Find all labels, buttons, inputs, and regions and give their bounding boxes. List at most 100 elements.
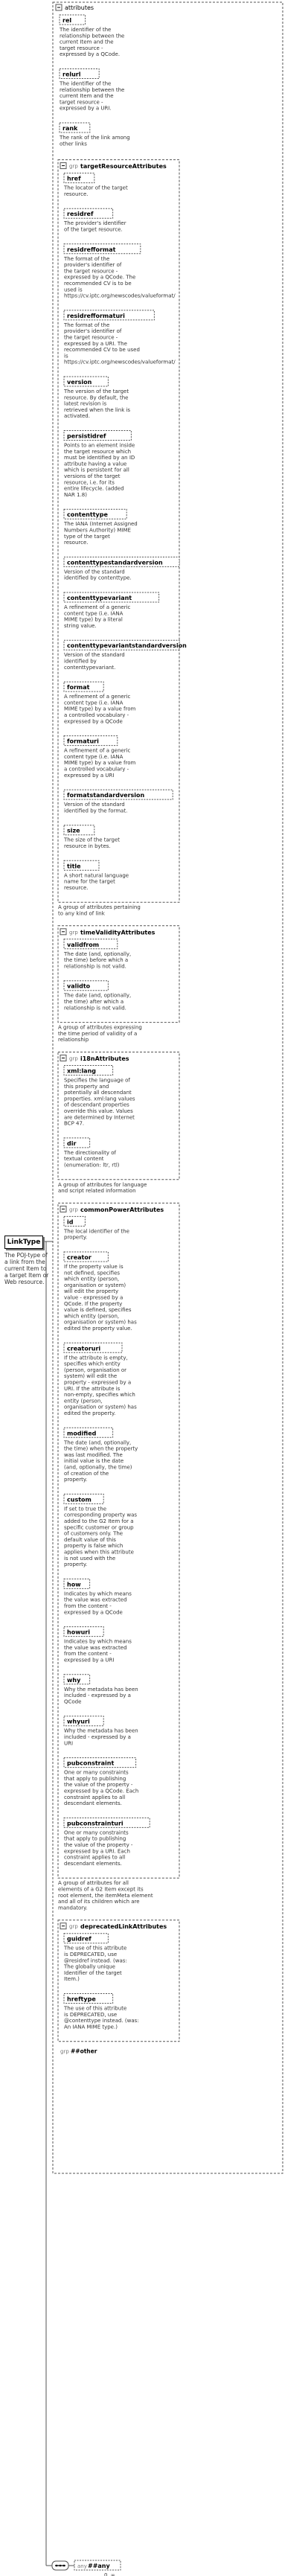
other-prefix: grp <box>60 2049 69 2055</box>
root-element-box[interactable]: LinkType <box>4 1236 43 1249</box>
root-element-name: LinkType <box>7 1239 41 1246</box>
attribute-id[interactable]: id The local identifier of the property. <box>63 1215 129 1241</box>
attribute-pubconstrainturi[interactable]: pubconstrainturi One or many constraints t… <box>63 1817 150 1867</box>
attribute-name: persistidref <box>67 433 106 440</box>
attribute-modified[interactable]: modified The date (and, optionally, the ti… <box>63 1427 138 1483</box>
group-header[interactable]: grp deprecatedLinkAttributes <box>60 1923 167 1931</box>
any-label: ##any <box>88 2563 111 2569</box>
group-prefix: grp <box>69 1924 78 1930</box>
attribute-howuri[interactable]: howuri Indicates by which means the value … <box>63 1626 132 1663</box>
attribute-title[interactable]: title A short natural language name for th… <box>63 860 129 891</box>
attribute-name: validto <box>67 983 91 990</box>
attribute-formaturi[interactable]: formaturi A refinement of a generic conten… <box>63 735 136 779</box>
attribute-doc: If the attribute is empty, specifies whic… <box>64 1355 137 1416</box>
attribute-size[interactable]: size The size of the target resource in by… <box>63 825 120 849</box>
attribute-name: validfrom <box>67 942 99 948</box>
attribute-residrefformaturi[interactable]: residrefformaturi The format of the provid… <box>63 310 176 365</box>
attribute-doc: Indicates by which means the value was ex… <box>64 1591 132 1615</box>
attribute-doc: If the property value is not defined, spe… <box>64 1264 137 1332</box>
attribute-version[interactable]: version The version of the target resource… <box>63 376 130 419</box>
attribute-doc: The date (and, optionally, the time) when… <box>63 1439 138 1483</box>
attribute-contenttypevariant[interactable]: contenttypevariant A refinement of a gene… <box>63 592 160 629</box>
attribute-whyuri[interactable]: whyuri Why the metadata has been included … <box>63 1716 138 1747</box>
attribute-guidref[interactable]: guidref The use of this attribute is DEPRE… <box>63 1933 127 1983</box>
other-attribute[interactable]: grp ##other <box>60 2048 97 2055</box>
attribute-why[interactable]: why Why the metadata has been included - e… <box>63 1674 138 1705</box>
attribute-name: howuri <box>67 1629 90 1636</box>
attribute-doc: One or many constraints that apply to pub… <box>64 1770 138 1807</box>
attribute-relurl[interactable]: relurl The identifier of the relationship … <box>59 68 124 112</box>
attribute-doc: A refinement of a generic content type (i… <box>64 694 136 724</box>
attribute-contenttypestandardversion[interactable]: contenttypestandardversion Version of the… <box>63 556 180 581</box>
attribute-name: relurl <box>62 71 81 78</box>
attribute-xml-lang[interactable]: xml:lang Specifies the language of this pr… <box>63 1065 135 1127</box>
attribute-validto[interactable]: validto The date (and, optionally, the tim… <box>63 980 131 1011</box>
attribute-name: why <box>67 1677 81 1684</box>
attributes-label: attributes <box>65 4 94 11</box>
group-footer: A group of attributes for language and sc… <box>58 1182 147 1194</box>
attribute-name: residref <box>67 211 94 217</box>
attribute-doc: The identifier of the relationship betwee… <box>59 27 124 57</box>
attribute-pubconstraint[interactable]: pubconstraint One or many constraints that… <box>63 1757 138 1807</box>
attribute-doc: The IANA (Internet Assigned Numbers Autho… <box>63 521 138 546</box>
attribute-doc: The date (and, optionally, the time) befo… <box>63 951 131 970</box>
attribute-name: formatstandardversion <box>67 792 145 799</box>
other-label: ##other <box>71 2048 97 2055</box>
attribute-doc: The identifier of the relationship betwee… <box>59 81 124 112</box>
attribute-name: pubconstraint <box>67 1760 114 1767</box>
group-header[interactable]: grp timeValidityAttributes <box>60 928 155 936</box>
group-name: deprecatedLinkAttributes <box>80 1923 167 1930</box>
attribute-doc: The use of this attribute is DEPRECATED, … <box>63 2006 139 2030</box>
attribute-name: href <box>67 176 81 182</box>
attribute-name: creatoruri <box>67 1345 100 1352</box>
attribute-creator[interactable]: creator If the property value is not defin… <box>63 1251 137 1332</box>
attribute-name: dir <box>67 1140 76 1147</box>
attribute-name: id <box>67 1218 74 1225</box>
attribute-name: size <box>67 828 80 834</box>
attribute-name: contenttypevariantstandardversion <box>67 642 187 649</box>
attribute-doc: The locator of the target resource. <box>63 185 128 197</box>
attribute-dir[interactable]: dir The directionality of textual content(… <box>63 1137 120 1169</box>
attribute-formatstandardversion[interactable]: formatstandardversion Version of the stan… <box>63 789 173 814</box>
attribute-name: pubconstrainturi <box>67 1820 123 1826</box>
group-footer: A group of attributes for all elements of… <box>58 1880 153 1911</box>
attribute-persistidref[interactable]: persistidref Points to an element inside t… <box>63 430 135 498</box>
attributes-header: attributes <box>55 4 94 11</box>
attribute-doc: If set to true the corresponding property… <box>64 1506 137 1567</box>
attribute-doc: Version of the standard identified by the… <box>64 802 127 814</box>
group-prefix: grp <box>69 1206 78 1212</box>
attribute-how[interactable]: how Indicates by which means the value was… <box>63 1578 132 1615</box>
sequence-compositor[interactable] <box>51 2560 69 2571</box>
group-header[interactable]: grp i18nAttributes <box>60 1055 129 1063</box>
any-element[interactable]: any ##any 0..∞ <box>74 2560 121 2576</box>
attribute-contenttype[interactable]: contenttype The IANA (Internet Assigned Nu… <box>63 508 138 546</box>
attribute-rank[interactable]: rank The rank of the link among other link… <box>59 122 130 147</box>
attribute-format[interactable]: format A refinement of a generic content t… <box>63 681 136 724</box>
attribute-residrefformat[interactable]: residrefformat The format of the provider'… <box>63 243 176 299</box>
attribute-href[interactable]: href The locator of the target resource. <box>63 173 128 197</box>
attribute-name: contenttypevariant <box>67 595 132 601</box>
attribute-doc: One or many constraints that apply to pub… <box>64 1829 133 1867</box>
attribute-rel[interactable]: rel The identifier of the relationship bet… <box>59 14 124 57</box>
attribute-creatoruri[interactable]: creatoruri If the attribute is empty, spec… <box>63 1342 137 1416</box>
attribute-residref[interactable]: residref The provider's identifier of the … <box>63 208 126 233</box>
group-footer: A group of attributes expressing the time… <box>58 1025 142 1043</box>
root-element-documentation: The POJ-type of a link from the current … <box>4 1252 49 1285</box>
attribute-custom[interactable]: custom If set to true the corresponding pr… <box>63 1493 137 1567</box>
attribute-name: contenttypestandardversion <box>67 559 163 566</box>
attribute-hreftype[interactable]: hreftype The use of this attribute is DEPR… <box>63 1993 139 2030</box>
attribute-contenttypevariantstandardversion[interactable]: contenttypevariantstandardversion Version… <box>63 639 187 671</box>
group-prefix: grp <box>69 1056 78 1062</box>
group-name: timeValidityAttributes <box>80 929 155 936</box>
attribute-doc: The version of the target resource. By de… <box>63 389 130 419</box>
attribute-name: version <box>67 379 92 386</box>
attribute-doc: The use of this attribute is DEPRECATED, … <box>63 1946 127 1983</box>
attribute-name: how <box>67 1581 81 1588</box>
attribute-validfrom[interactable]: validfrom The date (and, optionally, the t… <box>63 939 131 970</box>
group-header[interactable]: grp targetResourceAttributes <box>60 162 167 170</box>
attribute-name: hreftype <box>67 1996 96 2003</box>
group-prefix: grp <box>69 930 78 936</box>
group-name: i18nAttributes <box>80 1055 129 1062</box>
group-header[interactable]: grp commonPowerAttributes <box>60 1205 164 1213</box>
schema-diagram: attributes rel The identifier of the relat… <box>43 1 283 2576</box>
